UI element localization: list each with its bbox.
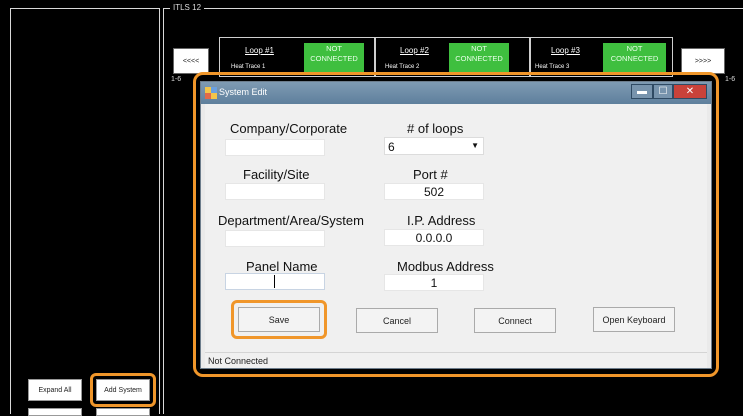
previous-page-button[interactable]: <<<< — [173, 48, 209, 74]
loop-subtitle: Heat Trace 3 — [535, 64, 570, 70]
loop-status-badge: NOT CONNECTED — [449, 43, 509, 73]
add-system-highlight — [90, 373, 156, 407]
tree-button-placeholder-2[interactable] — [96, 408, 150, 416]
loop-tile[interactable]: Loop #1 Heat Trace 1 NOT CONNECTED — [219, 37, 375, 77]
tree-button-placeholder-1[interactable] — [28, 408, 82, 416]
group-title: ITLS 12 — [170, 2, 205, 14]
loop-tile[interactable]: Loop #2 Heat Trace 2 NOT CONNECTED — [375, 37, 530, 77]
loop-status-badge: NOT CONNECTED — [304, 43, 364, 73]
loop-subtitle: Heat Trace 2 — [385, 64, 420, 70]
range-label-right: 1-6 — [725, 76, 736, 83]
loop-name: Loop #3 — [551, 46, 580, 55]
loop-tile[interactable]: Loop #3 Heat Trace 3 NOT CONNECTED — [530, 37, 673, 77]
loop-status-badge: NOT CONNECTED — [603, 43, 666, 73]
loop-subtitle: Heat Trace 1 — [231, 64, 266, 70]
dialog-highlight — [193, 72, 719, 377]
expand-all-button[interactable]: Expand All — [28, 379, 82, 401]
loop-name: Loop #2 — [400, 46, 429, 55]
range-label-left: 1-6 — [171, 76, 182, 83]
next-page-button[interactable]: >>>> — [681, 48, 725, 74]
system-tree-panel — [10, 8, 160, 414]
loop-name: Loop #1 — [245, 46, 274, 55]
